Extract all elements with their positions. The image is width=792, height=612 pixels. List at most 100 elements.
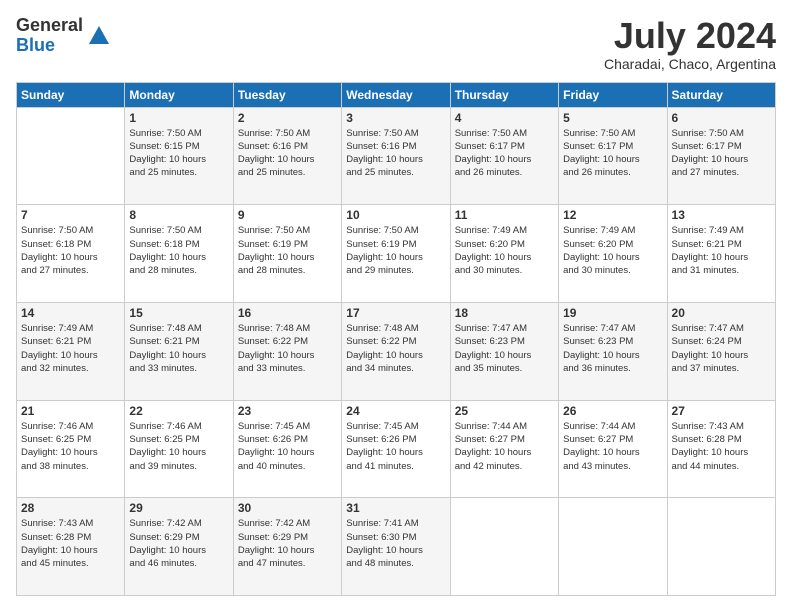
day-number: 15 bbox=[129, 306, 228, 320]
calendar-week-0: 1 Sunrise: 7:50 AM Sunset: 6:15 PM Daylig… bbox=[17, 107, 776, 205]
day-info: Sunrise: 7:46 AM Sunset: 6:25 PM Dayligh… bbox=[129, 420, 228, 473]
day-info: Sunrise: 7:41 AM Sunset: 6:30 PM Dayligh… bbox=[346, 517, 445, 570]
logo-icon bbox=[85, 22, 113, 50]
day-number: 8 bbox=[129, 208, 228, 222]
day-number: 11 bbox=[455, 208, 554, 222]
table-row: 2 Sunrise: 7:50 AM Sunset: 6:16 PM Daylig… bbox=[233, 107, 341, 205]
calendar-week-4: 28 Sunrise: 7:43 AM Sunset: 6:28 PM Dayli… bbox=[17, 498, 776, 596]
col-monday: Monday bbox=[125, 82, 233, 107]
day-info: Sunrise: 7:47 AM Sunset: 6:24 PM Dayligh… bbox=[672, 322, 771, 375]
day-info: Sunrise: 7:50 AM Sunset: 6:16 PM Dayligh… bbox=[238, 127, 337, 180]
header: General Blue July 2024 Charadai, Chaco, … bbox=[16, 16, 776, 72]
table-row bbox=[450, 498, 558, 596]
day-info: Sunrise: 7:47 AM Sunset: 6:23 PM Dayligh… bbox=[563, 322, 662, 375]
table-row: 22 Sunrise: 7:46 AM Sunset: 6:25 PM Dayli… bbox=[125, 400, 233, 498]
day-number: 1 bbox=[129, 111, 228, 125]
logo: General Blue bbox=[16, 16, 113, 56]
day-info: Sunrise: 7:43 AM Sunset: 6:28 PM Dayligh… bbox=[21, 517, 120, 570]
day-number: 23 bbox=[238, 404, 337, 418]
day-number: 25 bbox=[455, 404, 554, 418]
col-tuesday: Tuesday bbox=[233, 82, 341, 107]
day-info: Sunrise: 7:50 AM Sunset: 6:18 PM Dayligh… bbox=[129, 224, 228, 277]
day-number: 3 bbox=[346, 111, 445, 125]
day-number: 16 bbox=[238, 306, 337, 320]
table-row: 28 Sunrise: 7:43 AM Sunset: 6:28 PM Dayli… bbox=[17, 498, 125, 596]
logo-general: General bbox=[16, 16, 83, 36]
col-wednesday: Wednesday bbox=[342, 82, 450, 107]
header-row: Sunday Monday Tuesday Wednesday Thursday… bbox=[17, 82, 776, 107]
calendar-week-3: 21 Sunrise: 7:46 AM Sunset: 6:25 PM Dayli… bbox=[17, 400, 776, 498]
day-info: Sunrise: 7:47 AM Sunset: 6:23 PM Dayligh… bbox=[455, 322, 554, 375]
title-section: July 2024 Charadai, Chaco, Argentina bbox=[604, 16, 776, 72]
day-number: 10 bbox=[346, 208, 445, 222]
day-number: 24 bbox=[346, 404, 445, 418]
day-number: 28 bbox=[21, 501, 120, 515]
day-info: Sunrise: 7:44 AM Sunset: 6:27 PM Dayligh… bbox=[455, 420, 554, 473]
day-info: Sunrise: 7:49 AM Sunset: 6:20 PM Dayligh… bbox=[455, 224, 554, 277]
day-number: 29 bbox=[129, 501, 228, 515]
day-info: Sunrise: 7:48 AM Sunset: 6:22 PM Dayligh… bbox=[346, 322, 445, 375]
table-row: 29 Sunrise: 7:42 AM Sunset: 6:29 PM Dayli… bbox=[125, 498, 233, 596]
table-row: 5 Sunrise: 7:50 AM Sunset: 6:17 PM Daylig… bbox=[559, 107, 667, 205]
day-info: Sunrise: 7:50 AM Sunset: 6:19 PM Dayligh… bbox=[346, 224, 445, 277]
day-info: Sunrise: 7:50 AM Sunset: 6:19 PM Dayligh… bbox=[238, 224, 337, 277]
day-number: 31 bbox=[346, 501, 445, 515]
table-row: 19Sunrise: 7:47 AM Sunset: 6:23 PM Dayli… bbox=[559, 302, 667, 400]
day-info: Sunrise: 7:49 AM Sunset: 6:21 PM Dayligh… bbox=[672, 224, 771, 277]
day-number: 22 bbox=[129, 404, 228, 418]
col-friday: Friday bbox=[559, 82, 667, 107]
table-row: 30 Sunrise: 7:42 AM Sunset: 6:29 PM Dayli… bbox=[233, 498, 341, 596]
calendar-table: Sunday Monday Tuesday Wednesday Thursday… bbox=[16, 82, 776, 596]
table-row: 24 Sunrise: 7:45 AM Sunset: 6:26 PM Dayli… bbox=[342, 400, 450, 498]
calendar-week-2: 14Sunrise: 7:49 AM Sunset: 6:21 PM Dayli… bbox=[17, 302, 776, 400]
table-row: 26 Sunrise: 7:44 AM Sunset: 6:27 PM Dayli… bbox=[559, 400, 667, 498]
page: General Blue July 2024 Charadai, Chaco, … bbox=[0, 0, 792, 612]
table-row: 25 Sunrise: 7:44 AM Sunset: 6:27 PM Dayli… bbox=[450, 400, 558, 498]
day-info: Sunrise: 7:49 AM Sunset: 6:21 PM Dayligh… bbox=[21, 322, 120, 375]
day-info: Sunrise: 7:50 AM Sunset: 6:17 PM Dayligh… bbox=[563, 127, 662, 180]
table-row: 13Sunrise: 7:49 AM Sunset: 6:21 PM Dayli… bbox=[667, 205, 775, 303]
day-info: Sunrise: 7:46 AM Sunset: 6:25 PM Dayligh… bbox=[21, 420, 120, 473]
day-number: 21 bbox=[21, 404, 120, 418]
day-number: 9 bbox=[238, 208, 337, 222]
day-info: Sunrise: 7:45 AM Sunset: 6:26 PM Dayligh… bbox=[238, 420, 337, 473]
col-sunday: Sunday bbox=[17, 82, 125, 107]
day-number: 2 bbox=[238, 111, 337, 125]
day-number: 5 bbox=[563, 111, 662, 125]
table-row: 23 Sunrise: 7:45 AM Sunset: 6:26 PM Dayli… bbox=[233, 400, 341, 498]
day-info: Sunrise: 7:42 AM Sunset: 6:29 PM Dayligh… bbox=[129, 517, 228, 570]
day-info: Sunrise: 7:50 AM Sunset: 6:15 PM Dayligh… bbox=[129, 127, 228, 180]
table-row bbox=[667, 498, 775, 596]
table-row: 18 Sunrise: 7:47 AM Sunset: 6:23 PM Dayli… bbox=[450, 302, 558, 400]
table-row: 12Sunrise: 7:49 AM Sunset: 6:20 PM Dayli… bbox=[559, 205, 667, 303]
day-number: 30 bbox=[238, 501, 337, 515]
table-row: 14Sunrise: 7:49 AM Sunset: 6:21 PM Dayli… bbox=[17, 302, 125, 400]
table-row: 3 Sunrise: 7:50 AM Sunset: 6:16 PM Daylig… bbox=[342, 107, 450, 205]
day-info: Sunrise: 7:45 AM Sunset: 6:26 PM Dayligh… bbox=[346, 420, 445, 473]
day-info: Sunrise: 7:42 AM Sunset: 6:29 PM Dayligh… bbox=[238, 517, 337, 570]
logo-blue: Blue bbox=[16, 36, 83, 56]
day-info: Sunrise: 7:49 AM Sunset: 6:20 PM Dayligh… bbox=[563, 224, 662, 277]
table-row: 1 Sunrise: 7:50 AM Sunset: 6:15 PM Daylig… bbox=[125, 107, 233, 205]
month-title: July 2024 bbox=[604, 16, 776, 56]
table-row: 6Sunrise: 7:50 AM Sunset: 6:17 PM Daylig… bbox=[667, 107, 775, 205]
day-info: Sunrise: 7:44 AM Sunset: 6:27 PM Dayligh… bbox=[563, 420, 662, 473]
table-row: 11 Sunrise: 7:49 AM Sunset: 6:20 PM Dayli… bbox=[450, 205, 558, 303]
table-row: 15 Sunrise: 7:48 AM Sunset: 6:21 PM Dayli… bbox=[125, 302, 233, 400]
day-number: 18 bbox=[455, 306, 554, 320]
table-row: 31 Sunrise: 7:41 AM Sunset: 6:30 PM Dayli… bbox=[342, 498, 450, 596]
table-row: 4Sunrise: 7:50 AM Sunset: 6:17 PM Daylig… bbox=[450, 107, 558, 205]
day-info: Sunrise: 7:50 AM Sunset: 6:18 PM Dayligh… bbox=[21, 224, 120, 277]
day-number: 6 bbox=[672, 111, 771, 125]
day-info: Sunrise: 7:48 AM Sunset: 6:21 PM Dayligh… bbox=[129, 322, 228, 375]
day-number: 26 bbox=[563, 404, 662, 418]
day-info: Sunrise: 7:48 AM Sunset: 6:22 PM Dayligh… bbox=[238, 322, 337, 375]
calendar-week-1: 7 Sunrise: 7:50 AM Sunset: 6:18 PM Daylig… bbox=[17, 205, 776, 303]
location: Charadai, Chaco, Argentina bbox=[604, 56, 776, 72]
table-row bbox=[17, 107, 125, 205]
col-saturday: Saturday bbox=[667, 82, 775, 107]
day-info: Sunrise: 7:50 AM Sunset: 6:16 PM Dayligh… bbox=[346, 127, 445, 180]
table-row: 17Sunrise: 7:48 AM Sunset: 6:22 PM Dayli… bbox=[342, 302, 450, 400]
table-row bbox=[559, 498, 667, 596]
day-number: 7 bbox=[21, 208, 120, 222]
